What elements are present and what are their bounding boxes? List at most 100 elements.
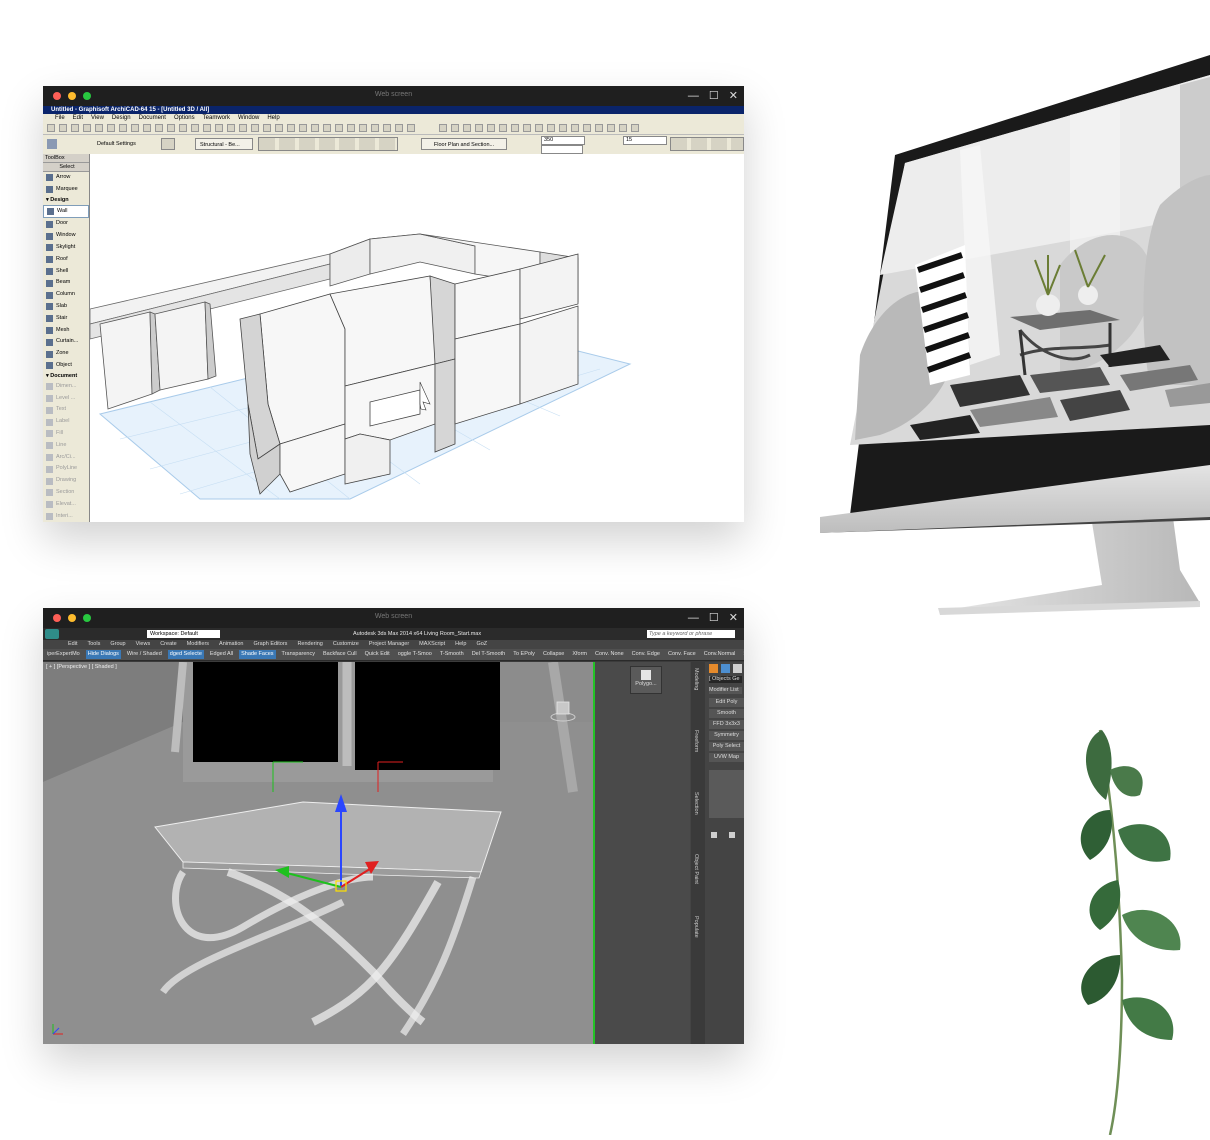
wall-type-buttons[interactable] [670,137,744,151]
ribbon-button[interactable]: Strai [741,650,744,659]
toolbox-item-marquee[interactable]: Marquee [43,184,89,196]
ribbon-button[interactable]: Collapse [541,650,566,659]
toolbar-button[interactable] [559,124,567,132]
toolbox-item-elevat[interactable]: Elevat... [43,499,89,511]
toolbar-button[interactable] [71,124,79,132]
toolbox-item-beam[interactable]: Beam [43,277,89,289]
menu-item-file[interactable]: File [55,114,65,122]
toolbar-button[interactable] [131,124,139,132]
modifier-button[interactable]: Symmetry [709,731,744,740]
ribbon-button[interactable]: To EPoly [511,650,537,659]
toolbar-button[interactable] [487,124,495,132]
maximize-icon[interactable]: ☐ [709,611,719,625]
side-tab-freeform[interactable]: Freeform [693,730,699,752]
ribbon-button[interactable]: Hide Dialogs [85,650,121,659]
toolbar-button[interactable] [523,124,531,132]
side-tab-modeling[interactable]: Modeling [693,668,699,690]
toolbar-button[interactable] [407,124,415,132]
ribbon-button[interactable]: Conv. Face [666,650,698,659]
toolbar-button[interactable] [59,124,67,132]
minimize-icon[interactable]: — [688,611,699,625]
toolbox-item-zone[interactable]: Zone [43,348,89,360]
3d-viewport[interactable] [89,154,744,522]
toolbox-item-text[interactable]: Text [43,404,89,416]
toolbar-button[interactable] [511,124,519,132]
toolbar-button[interactable] [607,124,615,132]
toolbox-item-interi[interactable]: Interi... [43,511,89,522]
toolbox-item-roof[interactable]: Roof [43,254,89,266]
modifier-button[interactable]: Smooth [709,709,744,718]
toolbar-button[interactable] [371,124,379,132]
toolbox-item-curtain[interactable]: Curtain... [43,336,89,348]
menu-item-views[interactable]: Views [136,640,151,649]
floor-plan-section-button[interactable]: Floor Plan and Section... [421,138,507,150]
toolbar-button[interactable] [383,124,391,132]
toolbox-item-shell[interactable]: Shell [43,266,89,278]
toolbar-button[interactable] [107,124,115,132]
modifier-button[interactable]: FFD 3x3x3 [709,720,744,729]
toolbox-item-level[interactable]: Level ... [43,393,89,405]
toolbar-button[interactable] [631,124,639,132]
toolbar-button[interactable] [167,124,175,132]
close-icon[interactable]: ✕ [729,89,738,103]
toolbox-item-column[interactable]: Column [43,289,89,301]
ribbon-button[interactable]: T-Smooth [438,650,466,659]
toolbox-item-section[interactable]: Section [43,487,89,499]
menu-item-window[interactable]: Window [238,114,259,122]
app-logo-icon[interactable] [45,629,59,639]
menu-item-customize[interactable]: Customize [333,640,359,649]
side-tab-populate[interactable]: Populate [693,916,699,938]
ribbon-button[interactable]: Conv.Normal [702,650,738,659]
design-section[interactable]: ▾ Design [43,196,89,205]
toolbox-item-stair[interactable]: Stair [43,313,89,325]
toolbar-button[interactable] [215,124,223,132]
menu-item-document[interactable]: Document [139,114,166,122]
toolbar-button[interactable] [263,124,271,132]
ribbon-button[interactable]: Edged All [208,650,235,659]
menu-item-teamwork[interactable]: Teamwork [203,114,230,122]
toolbar-button[interactable] [311,124,319,132]
toolbar-button[interactable] [275,124,283,132]
menu-item-design[interactable]: Design [112,114,131,122]
structure-button[interactable] [161,138,175,150]
height-field[interactable]: 350 [541,136,585,145]
ribbon-button[interactable]: Xform [570,650,589,659]
document-section[interactable]: ▾ Document [43,372,89,381]
maximize-icon[interactable]: ☐ [709,89,719,103]
modifier-button[interactable]: UVW Map [709,753,744,762]
toolbar-button[interactable] [499,124,507,132]
toolbar-button[interactable] [475,124,483,132]
menu-item-modifiers[interactable]: Modifiers [187,640,209,649]
ribbon-button[interactable]: Conv. None [593,650,626,659]
toolbox-item-arrow[interactable]: Arrow [43,172,89,184]
toolbar-button[interactable] [451,124,459,132]
toolbox-item-skylight[interactable]: Skylight [43,242,89,254]
geometry-method-buttons[interactable] [258,137,398,151]
menu-item-tools[interactable]: Tools [87,640,100,649]
thickness-field[interactable]: 15 [623,136,667,145]
modifier-button[interactable]: Edit Poly [709,698,744,707]
menu-item-create[interactable]: Create [160,640,177,649]
close-icon[interactable]: ✕ [729,611,738,625]
toolbar-button[interactable] [439,124,447,132]
hierarchy-tab-icon[interactable] [733,664,742,673]
show-end-icon[interactable] [729,832,735,838]
toolbox-item-mesh[interactable]: Mesh [43,325,89,337]
pin-stack-icon[interactable] [711,832,717,838]
menu-item-help[interactable]: Help [267,114,279,122]
ribbon-button[interactable]: Quick Edit [363,650,392,659]
toolbar-button[interactable] [619,124,627,132]
toolbox-item-fill[interactable]: Fill [43,428,89,440]
toolbar-button[interactable] [179,124,187,132]
toolbox-item-line[interactable]: Line [43,440,89,452]
toolbar-button[interactable] [583,124,591,132]
create-tab-icon[interactable] [709,664,718,673]
toolbox-item-label[interactable]: Label [43,416,89,428]
ribbon-button[interactable]: Shade Faces [239,650,276,659]
select-header[interactable]: Select [43,163,89,172]
workspace-dropdown[interactable]: Workspace: Default [147,630,220,638]
toolbox-item-window[interactable]: Window [43,230,89,242]
toolbox-item-slab[interactable]: Slab [43,301,89,313]
menu-item-view[interactable]: View [91,114,104,122]
toolbar-button[interactable] [203,124,211,132]
